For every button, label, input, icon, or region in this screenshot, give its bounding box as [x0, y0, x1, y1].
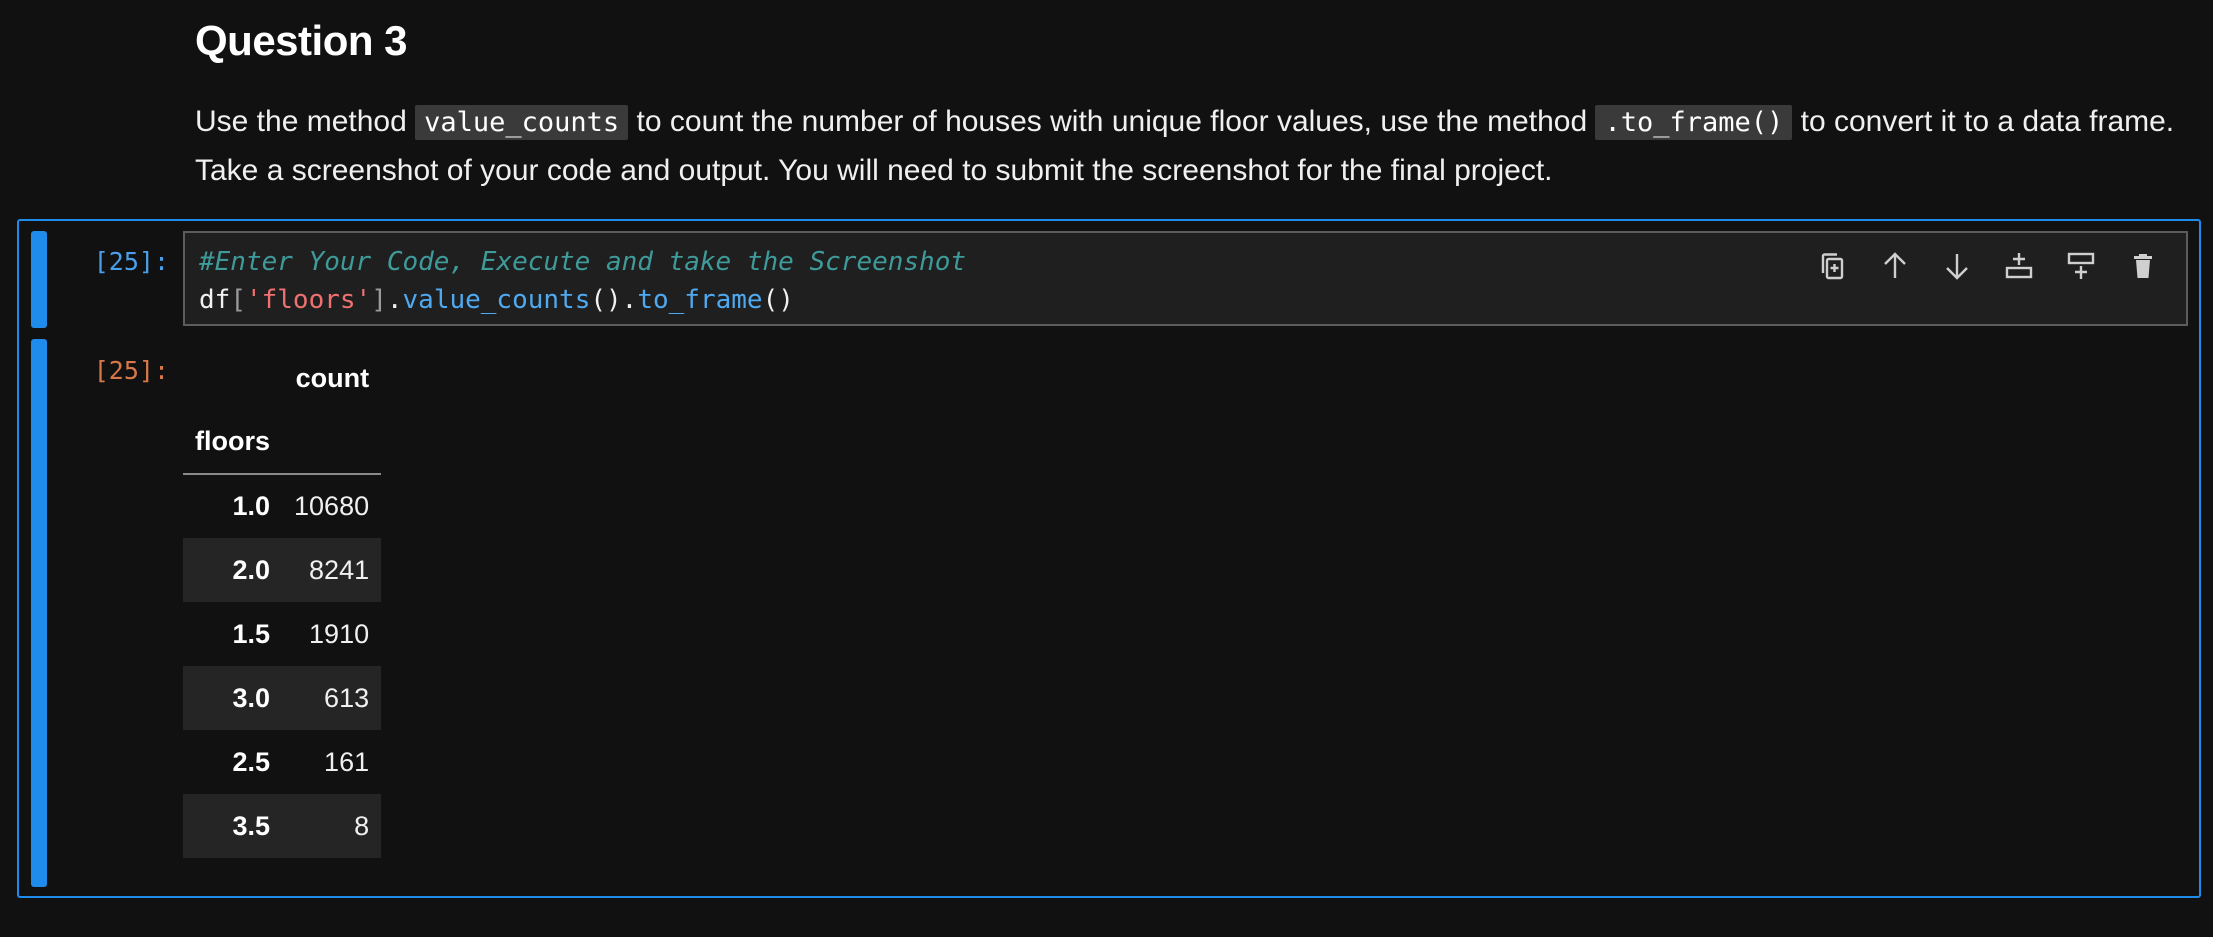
- code-token: (): [762, 285, 794, 315]
- cell-output: count floors 1.0 10680 2.0 8241 1.5 1910…: [183, 346, 382, 858]
- row-count: 10680: [294, 491, 370, 521]
- table-row: 3.0 613: [183, 666, 382, 730]
- code-token: df: [199, 285, 231, 315]
- output-prompt: [25]:: [93, 356, 169, 385]
- output-collapser[interactable]: [31, 339, 47, 887]
- row-count: 8: [354, 810, 370, 841]
- table-row: 1.5 1910: [183, 602, 381, 666]
- code-cell[interactable]: [25]: [25]: #Enter Your Code, Execute an…: [17, 219, 2201, 898]
- table-corner: [183, 346, 282, 410]
- table-row: 2.0 8241: [183, 538, 382, 602]
- move-up-icon: [1884, 252, 1906, 278]
- row-count: 161: [324, 746, 370, 777]
- cell-toolbar: [1812, 245, 2164, 287]
- code-token: .: [386, 285, 403, 315]
- insert-above-icon: [2005, 253, 2033, 279]
- code-string: 'floors': [245, 285, 372, 315]
- code-token: ]: [371, 285, 387, 315]
- insert-cell-above-button[interactable]: [1998, 245, 2040, 287]
- row-index: 3.5: [232, 810, 271, 841]
- text-segment: Use the method: [195, 105, 416, 138]
- move-up-button[interactable]: [1874, 245, 1916, 287]
- code-token: [: [230, 285, 246, 315]
- row-count: 613: [324, 682, 370, 713]
- dataframe-table: count floors 1.0 10680 2.0 8241 1.5 1910…: [183, 346, 382, 858]
- input-collapser[interactable]: [31, 231, 47, 328]
- table-row: 1.0 10680: [183, 474, 381, 538]
- move-down-icon: [1946, 254, 1968, 280]
- code-token: .: [621, 285, 638, 315]
- text-segment: to count the number of houses with uniqu…: [628, 105, 1596, 138]
- row-index: 3.0: [232, 682, 271, 713]
- question-text: Use the method value_counts to count the…: [195, 98, 2185, 195]
- insert-below-icon: [2067, 252, 2095, 279]
- code-function: to_frame: [637, 285, 763, 315]
- row-index: 1.0: [232, 491, 271, 521]
- row-index: 1.5: [232, 618, 271, 649]
- duplicate-icon: [1821, 253, 1844, 280]
- table-row: 2.5 161: [183, 730, 381, 794]
- insert-cell-below-button[interactable]: [2060, 245, 2102, 287]
- row-index: 2.5: [232, 746, 271, 777]
- input-prompt: [25]:: [93, 247, 169, 276]
- delete-cell-button[interactable]: [2122, 245, 2164, 287]
- index-name-floors: floors: [183, 410, 283, 475]
- row-count: 1910: [309, 618, 370, 649]
- row-index: 2.0: [232, 554, 271, 585]
- move-down-button[interactable]: [1936, 245, 1978, 287]
- inline-code-value-counts: value_counts: [415, 105, 629, 140]
- row-count: 8241: [309, 554, 370, 585]
- table-header-row: count: [183, 346, 381, 410]
- index-name-spacer: [282, 410, 382, 475]
- table-row: 3.5 8: [183, 794, 382, 858]
- column-header-count: count: [295, 362, 370, 393]
- inline-code-to-frame: .to_frame(): [1595, 105, 1793, 140]
- code-function: value_counts: [402, 285, 591, 315]
- duplicate-cell-button[interactable]: [1812, 245, 1854, 287]
- delete-icon: [2134, 254, 2152, 278]
- code-editor[interactable]: #Enter Your Code, Execute and take the S…: [183, 231, 2188, 326]
- code-comment: #Enter Your Code, Execute and take the S…: [199, 247, 967, 277]
- code-token: (): [590, 285, 622, 315]
- index-name-row: floors: [183, 410, 382, 475]
- question-heading: Question 3: [195, 17, 408, 64]
